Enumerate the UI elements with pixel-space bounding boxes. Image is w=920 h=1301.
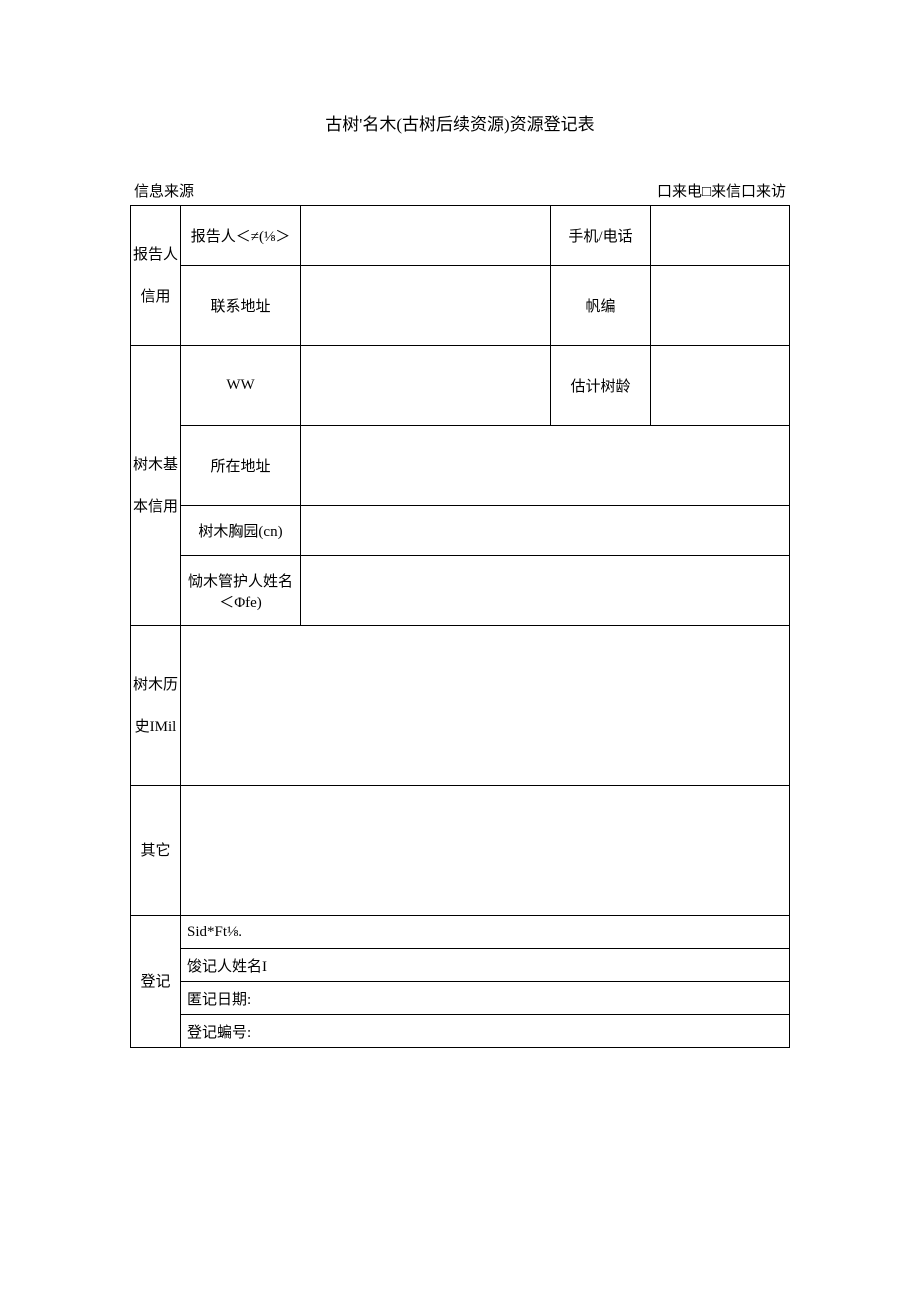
label-ww: WW	[181, 346, 301, 426]
label-contact-addr: 联系地址	[181, 266, 301, 346]
value-history[interactable]	[181, 626, 790, 786]
register-row-2[interactable]: 馂记人姓名I	[181, 949, 790, 982]
label-est-age: 估计树龄	[551, 346, 651, 426]
value-girth[interactable]	[301, 506, 790, 556]
group-reporter: 报告人信用	[131, 206, 181, 346]
value-caretaker[interactable]	[301, 556, 790, 626]
register-row-1[interactable]: Sid*Ft⅛.	[181, 916, 790, 949]
info-source-options: 口来电□来信口来访	[657, 180, 786, 201]
label-reporter-name: 报告人＜≠(⅛＞	[181, 206, 301, 266]
register-row-3[interactable]: 匿记日期:	[181, 982, 790, 1015]
value-postcode[interactable]	[651, 266, 790, 346]
value-ww[interactable]	[301, 346, 551, 426]
group-other: 其它	[131, 786, 181, 916]
label-girth: 树木胸园(cn)	[181, 506, 301, 556]
value-phone[interactable]	[651, 206, 790, 266]
group-tree: 树木基本信用	[131, 346, 181, 626]
value-contact-addr[interactable]	[301, 266, 551, 346]
label-caretaker: 恸木管护人姓名＜Φfe)	[181, 556, 301, 626]
info-source-label: 信息来源	[134, 180, 194, 201]
header-row: 信息来源 口来电□来信口来访	[130, 180, 790, 205]
label-location: 所在地址	[181, 426, 301, 506]
group-history: 树木历史IMil	[131, 626, 181, 786]
register-row-4[interactable]: 登记蝙号:	[181, 1015, 790, 1048]
value-location[interactable]	[301, 426, 790, 506]
label-phone: 手机/电话	[551, 206, 651, 266]
value-reporter-name[interactable]	[301, 206, 551, 266]
page-title: 古树'名木(古树后续资源)资源登记表	[130, 110, 790, 135]
value-other[interactable]	[181, 786, 790, 916]
registration-table: 报告人信用 报告人＜≠(⅛＞ 手机/电话 联系地址 帆编 树木基本信用 WW 估…	[130, 205, 790, 1048]
label-postcode: 帆编	[551, 266, 651, 346]
value-est-age[interactable]	[651, 346, 790, 426]
group-register: 登记	[131, 916, 181, 1048]
